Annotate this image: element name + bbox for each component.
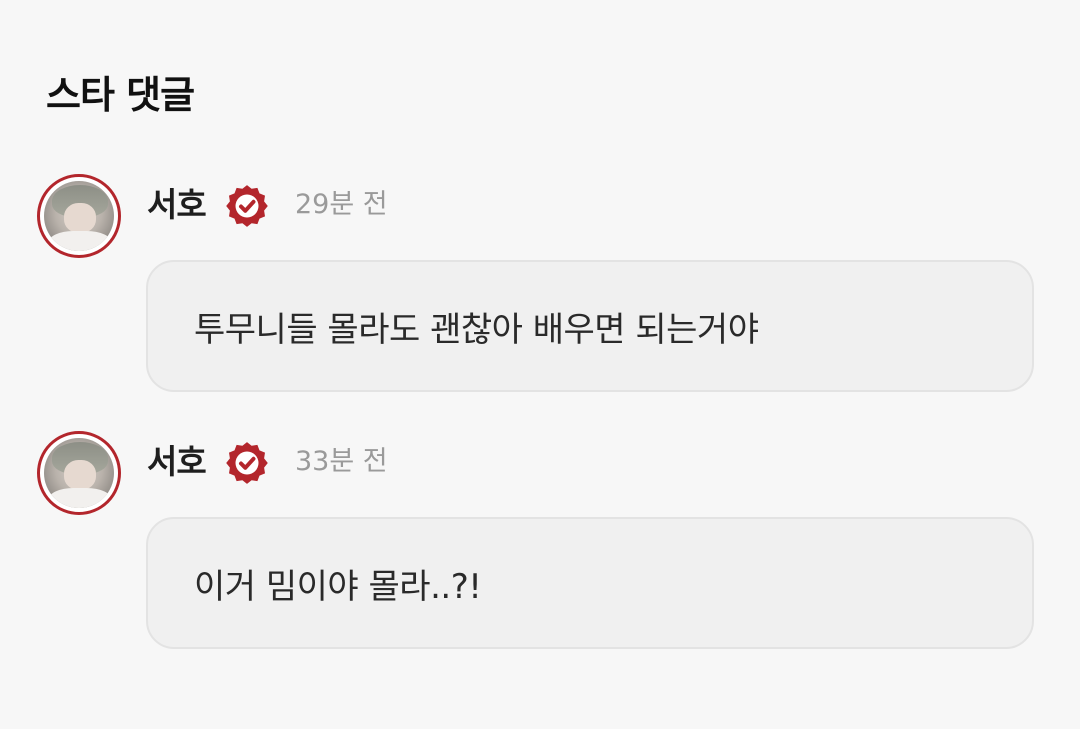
comment-text: 이거 밈이야 몰라..?! bbox=[194, 566, 482, 607]
avatar-image bbox=[44, 438, 114, 508]
comment-bubble: 이거 밈이야 몰라..?! bbox=[146, 517, 1034, 649]
avatar[interactable] bbox=[37, 174, 121, 258]
comment-text: 투무니들 몰라도 괜찮아 배우면 되는거야 bbox=[194, 309, 759, 350]
avatar-image bbox=[44, 181, 114, 251]
comment-time: 33분 전 bbox=[295, 446, 388, 477]
avatar[interactable] bbox=[37, 431, 121, 515]
section-title: 스타 댓글 bbox=[46, 73, 195, 117]
author-name[interactable]: 서호 bbox=[147, 442, 207, 482]
verified-badge-icon bbox=[226, 442, 268, 484]
author-name[interactable]: 서호 bbox=[147, 185, 207, 225]
comment-time: 29분 전 bbox=[295, 189, 388, 220]
verified-badge-icon bbox=[226, 185, 268, 227]
comment-bubble: 투무니들 몰라도 괜찮아 배우면 되는거야 bbox=[146, 260, 1034, 392]
